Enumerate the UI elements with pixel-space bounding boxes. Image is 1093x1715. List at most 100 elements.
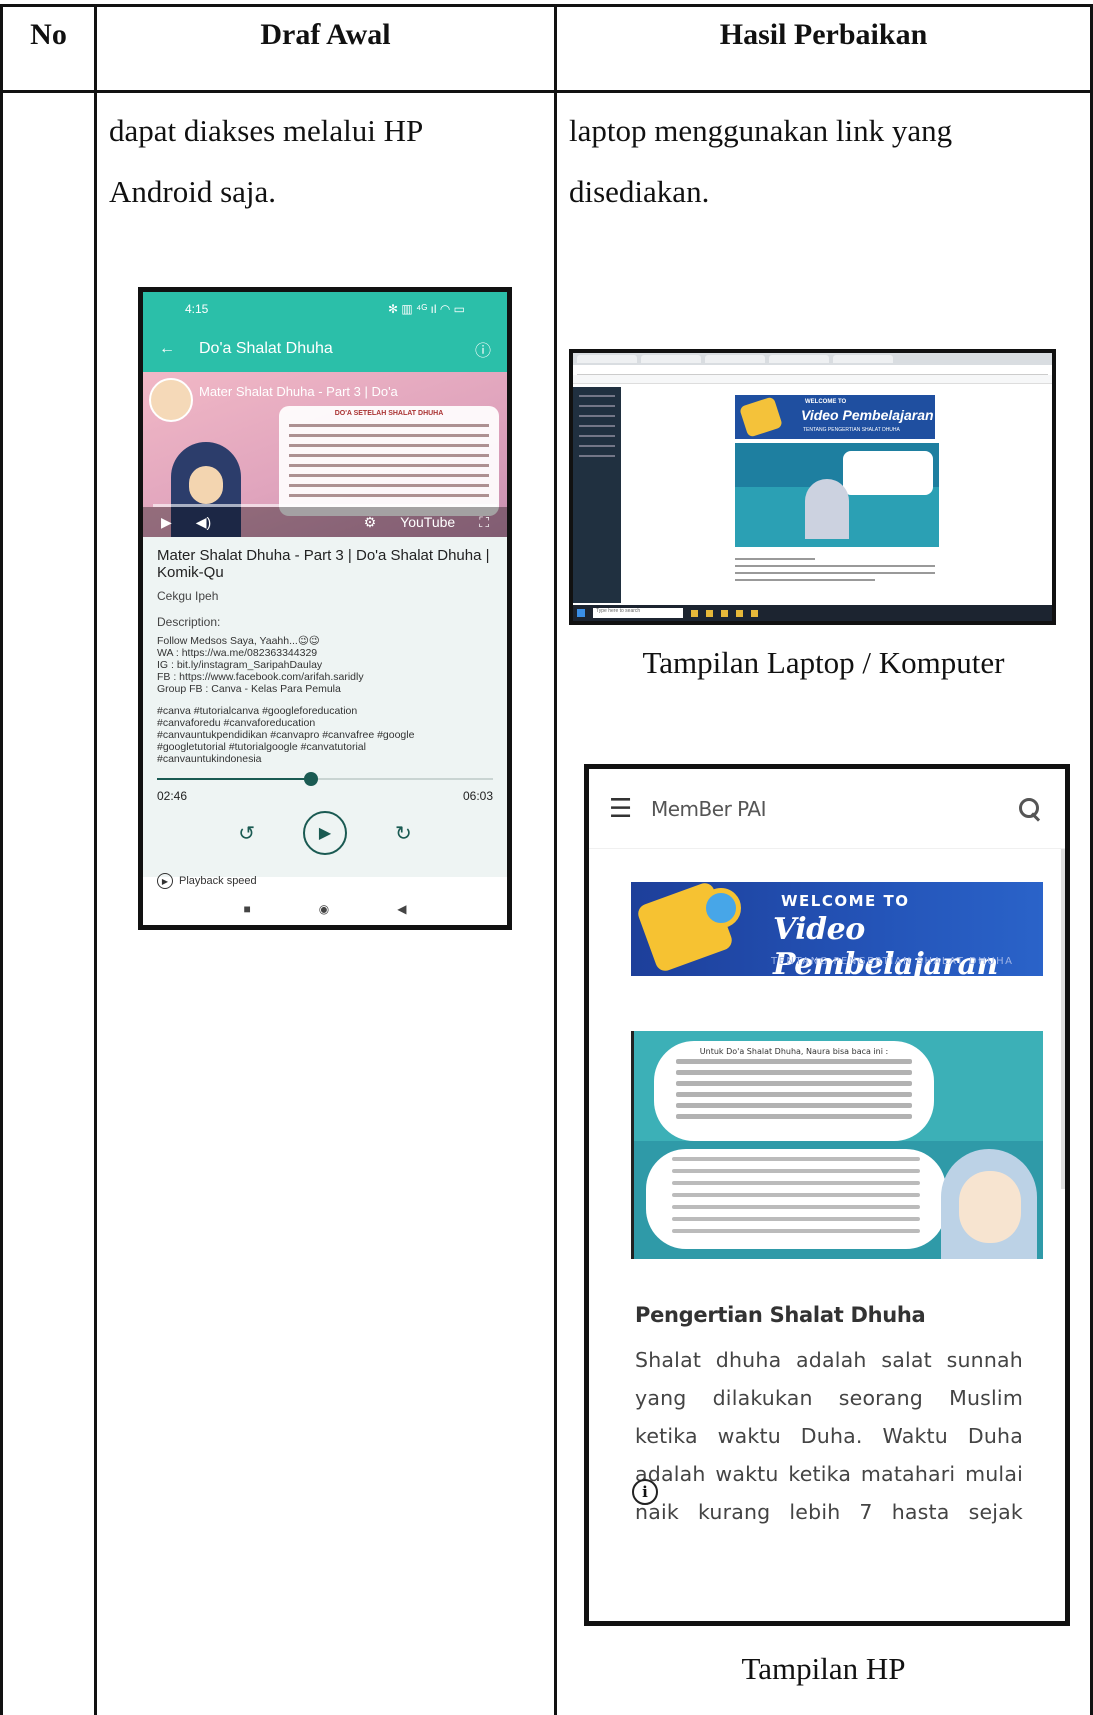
paragraph-line: yang dilakukan seorang Muslim — [635, 1386, 1023, 1410]
sidebar-item[interactable] — [579, 445, 615, 447]
section-title: Pengertian Shalat Dhuha — [635, 1303, 926, 1327]
youtube-logo[interactable]: YouTube — [400, 514, 455, 530]
laptop-banner: WELCOME TO Video Pembelajaran TENTANG PE… — [735, 395, 935, 439]
volume-icon[interactable]: ◀) — [196, 514, 211, 531]
sidebar-item[interactable] — [579, 455, 615, 457]
video-overlay-title: Mater Shalat Dhuha - Part 3 | Do'a — [199, 384, 398, 399]
text-line — [735, 579, 875, 581]
time-row: 02:46 06:03 — [157, 789, 493, 803]
settings-icon[interactable]: ⚙ — [364, 514, 377, 531]
laptop-screenshot: WELCOME TO Video Pembelajaran TENTANG PE… — [569, 349, 1056, 625]
header-draf-awal: Draf Awal — [260, 18, 391, 51]
paragraph-line: Shalat dhuha adalah salat sunnah — [635, 1348, 1023, 1372]
text-line — [289, 474, 489, 477]
character-face — [189, 466, 223, 504]
taskbar-app-icon[interactable] — [691, 609, 698, 617]
table-top-border — [0, 4, 1093, 7]
sidebar-item[interactable] — [579, 425, 615, 427]
draf-awal-line: dapat diakses melalui HP — [109, 113, 424, 148]
text-line — [735, 558, 815, 560]
translation-line — [672, 1205, 920, 1209]
translation-line — [672, 1181, 920, 1185]
sidebar-item[interactable] — [579, 395, 615, 397]
table-left-border — [0, 4, 3, 1715]
banner-welcome: WELCOME TO — [805, 399, 847, 405]
hp-screenshot: ☰ MemBer PAI WELCOME TO Video Pembelajar… — [584, 764, 1070, 1626]
text-line — [289, 454, 489, 457]
video-title: Mater Shalat Dhuha - Part 3 | Do'a Shala… — [157, 547, 490, 581]
arabic-line — [676, 1081, 912, 1086]
taskbar-app-icon[interactable] — [706, 609, 713, 617]
text-line — [289, 464, 489, 467]
taskbar-app-icon[interactable] — [751, 609, 758, 617]
forward-10-icon[interactable]: ↻ — [395, 821, 412, 846]
app-title: Do'a Shalat Dhuha — [199, 340, 333, 357]
col-divider-1 — [94, 4, 97, 1715]
browser-tab[interactable] — [641, 355, 701, 363]
translation-line — [672, 1169, 920, 1173]
paragraph-line: ketika waktu Duha. Waktu Duha — [635, 1424, 1023, 1448]
sidebar-item[interactable] — [579, 405, 615, 407]
browser-tab[interactable] — [769, 355, 829, 363]
channel-name[interactable]: Cekgu Ipeh — [157, 589, 493, 603]
address-bar[interactable] — [577, 365, 1048, 375]
browser-tab[interactable] — [705, 355, 765, 363]
header-no: No — [30, 18, 67, 51]
text-line — [735, 565, 935, 567]
fullscreen-icon[interactable]: ⛶ — [479, 514, 489, 531]
play-icon[interactable]: ▶ — [161, 514, 172, 531]
camera-illustration — [738, 396, 784, 438]
hamburger-menu-icon[interactable]: ☰ — [609, 794, 651, 824]
hasil-line: disediakan. — [569, 174, 710, 209]
laptop-video[interactable] — [735, 443, 939, 547]
scrollbar[interactable] — [1061, 849, 1065, 1189]
sidebar-item[interactable] — [579, 415, 615, 417]
taskbar-app-icon[interactable] — [736, 609, 743, 617]
info-icon[interactable]: ⓘ — [475, 337, 491, 361]
hasil-line: laptop menggunakan link yang — [569, 113, 953, 148]
header-bottom-border — [0, 90, 1093, 93]
status-time: 4:15 — [185, 302, 209, 316]
playback-controls: ↺ ▶ ↻ — [157, 811, 493, 855]
text-line — [289, 484, 489, 487]
start-icon[interactable] — [577, 609, 585, 617]
phone-app-bar: ← Do'a Shalat Dhuha ⓘ — [143, 326, 507, 372]
banner-subtitle: TENTANG PENGERTIAN SHALAT DHUHA — [803, 427, 900, 433]
doa-illustration: Untuk Do'a Shalat Dhuha, Naura bisa baca… — [631, 1031, 1043, 1259]
translation-line — [672, 1229, 920, 1233]
search-icon[interactable] — [1017, 796, 1043, 822]
draf-awal-text: dapat diakses melalui HP Android saja. — [109, 100, 423, 222]
taskbar-app-icon[interactable] — [721, 609, 728, 617]
laptop-page-text — [735, 553, 935, 581]
text-line — [289, 494, 489, 497]
browser-tab[interactable] — [833, 355, 893, 363]
video-player[interactable]: Mater Shalat Dhuha - Part 3 | Do'a DO'A … — [143, 372, 507, 537]
site-name[interactable]: MemBer PAI — [651, 797, 1017, 821]
info-icon[interactable]: i — [632, 1479, 658, 1505]
rewind-10-icon[interactable]: ↺ — [238, 821, 255, 846]
taskbar-search[interactable]: Type here to search — [593, 608, 683, 618]
playback-speed-button[interactable]: ▶ Playback speed — [157, 873, 493, 889]
play-button[interactable]: ▶ — [303, 811, 347, 855]
site-sidebar — [573, 387, 621, 603]
description-text: Follow Medsos Saya, Yaahh...😉😉 WA : http… — [157, 635, 364, 695]
phone-screenshot: 4:15 ✻ ▥ ⁴ᴳ ıl ◠ ▭ ← Do'a Shalat Dhuha ⓘ… — [138, 287, 512, 930]
caption-laptop: Tampilan Laptop / Komputer — [642, 645, 1005, 680]
back-icon[interactable]: ◀ — [397, 902, 406, 916]
text-line — [289, 424, 489, 427]
video-info-panel: Mater Shalat Dhuha - Part 3 | Do'a Shala… — [143, 537, 507, 889]
arabic-line — [676, 1114, 912, 1119]
progress-knob[interactable] — [304, 772, 319, 786]
home-icon[interactable]: ◉ — [319, 902, 329, 916]
caption-hp: Tampilan HP — [741, 1651, 906, 1686]
banner-welcome: WELCOME TO — [781, 892, 910, 910]
site-header: ☰ MemBer PAI — [589, 769, 1065, 849]
progress-fill — [157, 778, 312, 780]
text-line — [735, 572, 935, 574]
play-circle-icon: ▶ — [157, 873, 173, 889]
recent-apps-icon[interactable]: ■ — [244, 902, 251, 916]
audio-progress-bar[interactable] — [157, 772, 493, 786]
browser-tab[interactable] — [577, 355, 637, 363]
sidebar-item[interactable] — [579, 435, 615, 437]
back-arrow-icon[interactable]: ← — [159, 340, 199, 358]
